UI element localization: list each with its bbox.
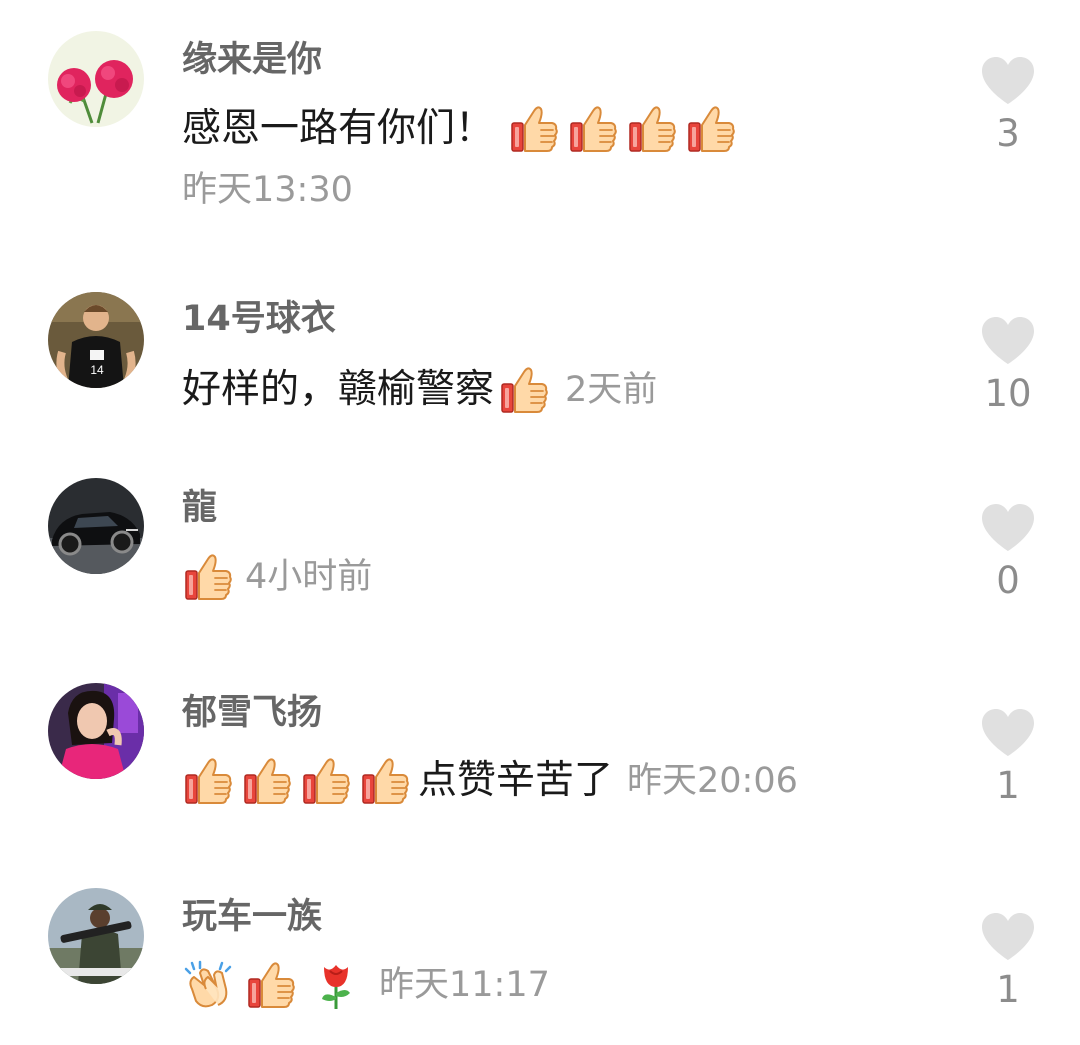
thumbs-up-icon: [241, 755, 293, 807]
heart-icon[interactable]: [980, 912, 1036, 962]
heart-icon[interactable]: [980, 708, 1036, 758]
comment-body: 4小时前: [182, 551, 372, 603]
comment-text: 点赞辛苦了: [418, 758, 614, 803]
comment-timestamp: 4小时前: [245, 557, 373, 597]
comment-text: 感恩一路有你们！: [182, 106, 495, 151]
comment-timestamp: 昨天13:30: [182, 170, 353, 210]
thumbs-up-icon: [567, 103, 619, 155]
comment-body: 点赞辛苦了 昨天20:06: [182, 755, 798, 807]
svg-text:14: 14: [90, 363, 104, 377]
like-button[interactable]: 1: [970, 912, 1046, 1012]
like-count: 0: [996, 559, 1020, 602]
black-sports-car-avatar[interactable]: [48, 478, 144, 574]
like-button[interactable]: 10: [970, 316, 1046, 416]
username[interactable]: 缘来是你: [182, 38, 322, 82]
like-count: 1: [996, 764, 1020, 807]
like-count: 1: [996, 968, 1020, 1011]
comment-text: 好样的，赣榆警察: [182, 367, 495, 412]
woman-portrait-avatar[interactable]: [48, 683, 144, 779]
thumbs-up-icon: [626, 103, 678, 155]
comment-body: 好样的，赣榆警察 2天前: [182, 364, 657, 416]
comment-body: 感恩一路有你们！: [182, 103, 744, 155]
username[interactable]: 玩车一族: [182, 895, 322, 939]
thumbs-up-icon: [300, 755, 352, 807]
thumbs-up-icon: [498, 364, 550, 416]
thumbs-up-icon: [508, 103, 560, 155]
soldier-avatar[interactable]: [48, 888, 144, 984]
username[interactable]: 龍: [182, 486, 217, 530]
thumbs-up-icon: [182, 755, 234, 807]
rose-icon: [310, 959, 362, 1011]
comment-timestamp: 昨天11:17: [379, 965, 550, 1005]
comment-timestamp: 2天前: [565, 370, 658, 410]
basketball-player-avatar[interactable]: 14: [48, 292, 144, 388]
thumbs-up-icon: [685, 103, 737, 155]
comment-timestamp: 昨天20:06: [627, 761, 798, 801]
comment-body: 昨天11:17: [182, 959, 550, 1011]
clapping-hands-icon: [182, 959, 234, 1011]
username[interactable]: 郁雪飞扬: [182, 691, 322, 735]
thumbs-up-icon: [359, 755, 411, 807]
heart-icon[interactable]: [980, 503, 1036, 553]
like-button[interactable]: 3: [970, 56, 1046, 156]
like-button[interactable]: 0: [970, 503, 1046, 603]
like-button[interactable]: 1: [970, 708, 1046, 808]
thumbs-up-icon: [182, 551, 234, 603]
heart-icon[interactable]: [980, 316, 1036, 366]
like-count: 3: [996, 112, 1020, 155]
thumbs-up-icon: [245, 959, 297, 1011]
heart-icon[interactable]: [980, 56, 1036, 106]
like-count: 10: [984, 372, 1032, 415]
username[interactable]: 14号球衣: [182, 297, 336, 341]
carnation-flowers-avatar[interactable]: [48, 31, 144, 127]
